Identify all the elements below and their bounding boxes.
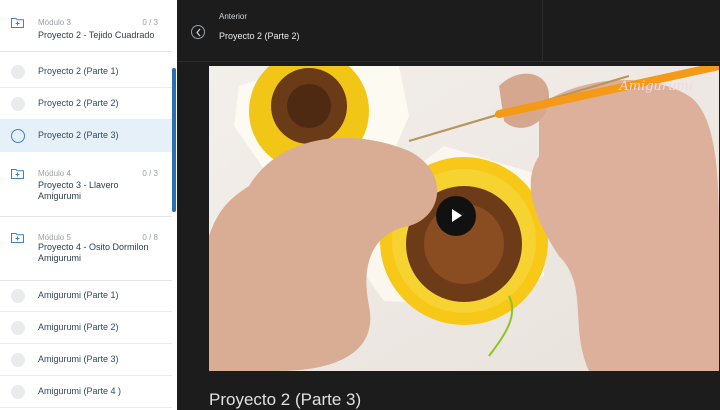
lesson-status-icon — [11, 289, 25, 303]
lesson-status-icon — [11, 65, 25, 79]
lesson-nav-bar: Anterior Proyecto 2 (Parte 2) — [177, 0, 720, 62]
module-title: Proyecto 2 - Tejido Cuadrado — [38, 30, 155, 40]
lesson-status-icon — [11, 129, 25, 143]
module-title: Proyecto 3 - Llavero Amigurumi — [38, 180, 119, 201]
course-player: Módulo 3 0 / 3 Proyecto 2 - Tejido Cuadr… — [0, 0, 720, 410]
folder-add-icon — [11, 169, 24, 179]
lesson-label: Proyecto 2 (Parte 1) — [38, 66, 119, 76]
folder-add-icon — [11, 18, 24, 28]
lesson-label: Amigurumi (Parte 4 ) — [38, 386, 122, 396]
module-progress-count: 0 / 3 — [142, 169, 158, 178]
module-5-header[interactable]: Módulo 5 0 / 8 Proyecto 4 - Osito Dormil… — [0, 217, 172, 281]
previous-label: Anterior — [219, 12, 248, 21]
lesson-item[interactable]: Amigurumi (Parte 1) — [0, 280, 172, 312]
previous-lesson-title[interactable]: Proyecto 2 (Parte 2) — [219, 31, 300, 41]
module-progress-count: 0 / 3 — [142, 18, 158, 27]
lesson-item[interactable]: Amigurumi (Parte 4 ) — [0, 376, 172, 408]
lesson-label: Amigurumi (Parte 2) — [38, 322, 119, 332]
lesson-item-active[interactable]: Proyecto 2 (Parte 3) — [0, 120, 172, 152]
module-4-header[interactable]: Módulo 4 0 / 3 Proyecto 3 - Llavero Amig… — [0, 153, 172, 217]
video-watermark: Amigurumi — [619, 79, 693, 94]
module-title: Proyecto 4 - Osito Dormilon Amigurumi — [38, 242, 149, 263]
lesson-label: Proyecto 2 (Parte 3) — [38, 130, 119, 140]
lesson-status-icon — [11, 321, 25, 335]
lesson-status-icon — [11, 353, 25, 367]
lesson-label: Amigurumi (Parte 1) — [38, 290, 119, 300]
sidebar-scrollbar[interactable] — [172, 68, 176, 212]
lesson-title: Proyecto 2 (Parte 3) — [209, 390, 362, 409]
module-number: Módulo 4 — [38, 169, 71, 178]
lesson-status-icon — [11, 97, 25, 111]
lesson-item[interactable]: Proyecto 2 (Parte 1) — [0, 56, 172, 88]
lesson-label: Proyecto 2 (Parte 2) — [38, 98, 119, 108]
previous-lesson-button[interactable] — [191, 25, 205, 39]
lesson-item[interactable]: Amigurumi (Parte 2) — [0, 312, 172, 344]
lesson-item[interactable]: Amigurumi (Parte 3) — [0, 344, 172, 376]
play-button[interactable] — [436, 196, 476, 236]
lesson-item[interactable]: Proyecto 2 (Parte 2) — [0, 88, 172, 120]
module-number: Módulo 3 — [38, 18, 71, 27]
main-content: Anterior Proyecto 2 (Parte 2) Amigurumi … — [177, 0, 720, 410]
video-player[interactable]: Amigurumi — [209, 66, 719, 371]
chevron-left-icon — [196, 28, 201, 37]
lesson-label: Amigurumi (Parte 3) — [38, 354, 119, 364]
folder-add-icon — [11, 233, 24, 243]
course-sidebar: Módulo 3 0 / 3 Proyecto 2 - Tejido Cuadr… — [0, 0, 177, 410]
module-number: Módulo 5 — [38, 233, 71, 242]
module-3-header[interactable]: Módulo 3 0 / 3 Proyecto 2 - Tejido Cuadr… — [0, 0, 172, 52]
play-icon — [452, 209, 462, 222]
module-progress-count: 0 / 8 — [142, 233, 158, 242]
nav-divider — [542, 0, 543, 62]
lesson-status-icon — [11, 385, 25, 399]
